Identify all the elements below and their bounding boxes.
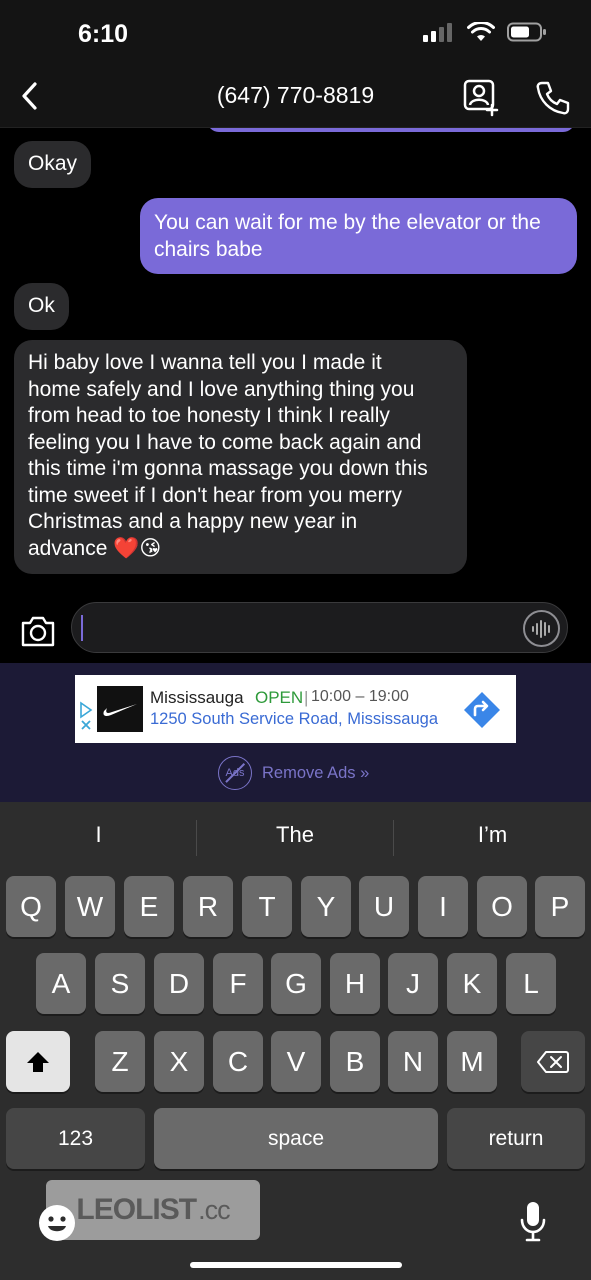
battery-icon <box>507 22 546 42</box>
shift-key[interactable] <box>6 1031 70 1092</box>
watermark-suffix: .cc <box>198 1194 231 1225</box>
key-s[interactable]: S <box>95 953 145 1014</box>
numbers-key[interactable]: 123 <box>6 1108 145 1169</box>
message-input[interactable] <box>71 602 568 653</box>
add-contact-icon <box>463 79 499 117</box>
key-r[interactable]: R <box>183 876 233 937</box>
key-u[interactable]: U <box>359 876 409 937</box>
back-button[interactable] <box>14 78 44 114</box>
phone-icon <box>536 81 570 115</box>
key-o[interactable]: O <box>477 876 527 937</box>
home-indicator[interactable] <box>190 1262 402 1268</box>
cellular-signal-icon <box>423 23 452 42</box>
message-line: time sweet if I don't hear from you merr… <box>28 483 402 507</box>
status-bar: 6:10 <box>0 0 591 70</box>
message-text: Ok <box>28 294 55 317</box>
ad-address: 1250 South Service Road, Mississauga <box>150 710 438 728</box>
shift-arrow-icon <box>27 1051 49 1072</box>
waveform-icon <box>531 619 550 638</box>
delete-key[interactable] <box>521 1031 585 1092</box>
message-line: this time i'm gonna massage you down thi… <box>28 457 428 480</box>
key-k[interactable]: K <box>447 953 497 1014</box>
suggestion-1[interactable]: I <box>0 822 197 854</box>
key-d[interactable]: D <box>154 953 204 1014</box>
backspace-icon <box>537 1050 569 1073</box>
key-b[interactable]: B <box>330 1031 380 1092</box>
key-z[interactable]: Z <box>95 1031 145 1092</box>
no-ads-icon: Ads <box>218 756 252 790</box>
message-line: Hi baby love I wanna tell you I made it <box>28 351 382 374</box>
key-g[interactable]: G <box>271 953 321 1014</box>
watermark-text: LEOLIST <box>76 1193 197 1226</box>
message-line: from head to toe honesty I think I reall… <box>28 404 390 427</box>
emoji-button[interactable] <box>38 1204 76 1242</box>
swoosh-logo-icon <box>103 704 137 716</box>
message-line: feeling you I have to come back again an… <box>28 430 422 454</box>
status-time: 6:10 <box>78 20 129 48</box>
wifi-icon <box>467 22 495 41</box>
message-line: chairs babe <box>154 238 263 261</box>
key-y[interactable]: Y <box>301 876 351 937</box>
ad-section: Mississauga OPEN | 10:00 – 19:00 1250 So… <box>0 663 591 802</box>
key-j[interactable]: J <box>388 953 438 1014</box>
key-w[interactable]: W <box>65 876 115 937</box>
keyboard: I The I’m Q W E R T Y U I O P A S D F G … <box>0 802 591 1280</box>
message-line: Christmas and a happy new year in <box>28 510 358 533</box>
key-c[interactable]: C <box>213 1031 263 1092</box>
key-m[interactable]: M <box>447 1031 497 1092</box>
key-e[interactable]: E <box>124 876 174 937</box>
key-a[interactable]: A <box>36 953 86 1014</box>
return-key[interactable]: return <box>447 1108 585 1169</box>
remove-ads-label: Remove Ads » <box>262 763 370 782</box>
conversation-header: (647) 770-8819 <box>0 70 591 128</box>
camera-icon <box>21 616 55 647</box>
voice-message-button[interactable] <box>523 610 560 647</box>
remove-ads-link[interactable]: Ads Remove Ads » <box>218 756 369 790</box>
key-n[interactable]: N <box>388 1031 438 1092</box>
adchoices-icon[interactable] <box>79 701 93 731</box>
status-icons <box>423 22 547 42</box>
incoming-message[interactable]: Okay <box>14 141 92 188</box>
contact-phone-number: (647) 770-8819 <box>216 82 375 108</box>
previous-outgoing-message <box>207 128 575 132</box>
ad-banner[interactable]: Mississauga OPEN | 10:00 – 19:00 1250 So… <box>75 675 516 743</box>
incoming-message[interactable]: Hi baby love I wanna tell you I made it … <box>14 340 467 574</box>
key-i[interactable]: I <box>418 876 468 937</box>
suggestion-2[interactable]: The <box>197 822 393 854</box>
key-x[interactable]: X <box>154 1031 204 1092</box>
camera-button[interactable] <box>20 614 56 648</box>
message-thread[interactable]: Okay You can wait for me by the elevator… <box>0 128 591 663</box>
suggestion-3[interactable]: I’m <box>394 822 591 854</box>
ad-store-name: Mississauga <box>150 688 244 707</box>
message-line: home safely and I love anything thing yo… <box>28 377 415 401</box>
incoming-message[interactable]: Ok <box>14 283 69 330</box>
directions-icon[interactable] <box>463 691 501 729</box>
key-h[interactable]: H <box>330 953 380 1014</box>
ad-open-status: OPEN <box>255 688 304 707</box>
text-caret <box>81 615 83 641</box>
message-line: advance ❤️😘 <box>28 536 162 560</box>
dictation-button[interactable] <box>518 1200 548 1244</box>
no-ads-icon-text: Ads <box>225 767 245 779</box>
emoji-icon <box>39 1205 75 1241</box>
message-composer <box>0 600 591 663</box>
watermark: LEOLIST .cc <box>46 1180 260 1240</box>
outgoing-message[interactable]: You can wait for me by the elevator or t… <box>140 198 577 274</box>
ad-hours: 10:00 – 19:00 <box>311 688 409 705</box>
key-t[interactable]: T <box>242 876 292 937</box>
microphone-icon <box>520 1202 546 1242</box>
key-q[interactable]: Q <box>6 876 56 937</box>
key-f[interactable]: F <box>213 953 263 1014</box>
key-p[interactable]: P <box>535 876 585 937</box>
key-v[interactable]: V <box>271 1031 321 1092</box>
space-key[interactable]: space <box>154 1108 438 1169</box>
brand-logo <box>97 686 143 732</box>
ad-separator: | <box>304 688 309 707</box>
message-line: You can wait for me by the elevator or t… <box>154 211 541 234</box>
call-button[interactable] <box>533 78 573 118</box>
message-text: Okay <box>28 152 78 175</box>
chevron-left-icon <box>22 82 37 110</box>
key-l[interactable]: L <box>506 953 556 1014</box>
add-contact-button[interactable] <box>462 78 502 118</box>
